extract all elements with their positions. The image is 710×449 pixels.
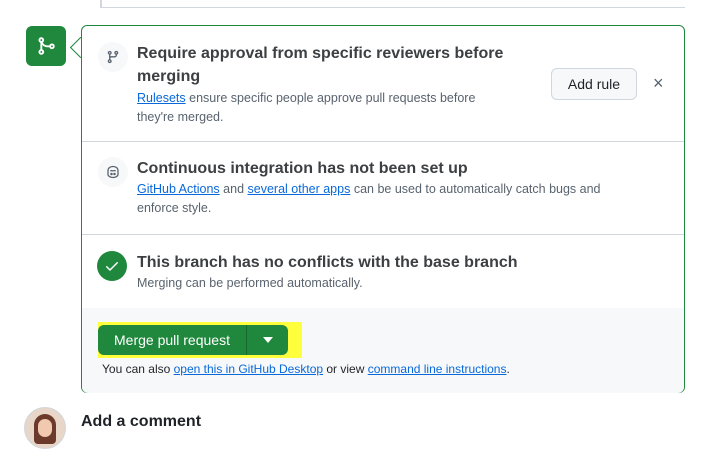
other-apps-link[interactable]: several other apps bbox=[248, 182, 351, 196]
requirement-title-line1: Require approval from specific reviewers… bbox=[137, 45, 504, 62]
requirement-title-line2: merging bbox=[137, 68, 201, 85]
git-merge-icon bbox=[26, 26, 66, 66]
merge-alternatives-text: You can also open this in GitHub Desktop… bbox=[102, 362, 510, 376]
rulesets-link[interactable]: Rulesets bbox=[137, 91, 186, 105]
avatar-face bbox=[38, 419, 52, 437]
command-line-link[interactable]: command line instructions bbox=[368, 362, 507, 376]
also-text: You can also bbox=[102, 362, 174, 376]
merge-pull-request-button[interactable]: Merge pull request bbox=[98, 325, 246, 355]
avatar[interactable] bbox=[24, 407, 66, 449]
add-comment-heading: Add a comment bbox=[81, 413, 202, 430]
or-view-text: or view bbox=[323, 362, 368, 376]
requirement-desc-part1: ensure specific people approve pull requ… bbox=[185, 91, 476, 105]
divider bbox=[100, 7, 685, 8]
ci-desc-part2: can be used to automatically catch bugs … bbox=[350, 182, 601, 196]
conflicts-description: Merging can be performed automatically. bbox=[137, 276, 363, 290]
requirement-title: Require approval from specific reviewers… bbox=[137, 42, 503, 88]
github-desktop-link[interactable]: open this in GitHub Desktop bbox=[174, 362, 323, 376]
ci-title: Continuous integration has not been set … bbox=[137, 160, 468, 177]
ci-description: GitHub Actions and several other apps ca… bbox=[137, 180, 601, 218]
conflicts-section: This branch has no conflicts with the ba… bbox=[82, 234, 684, 309]
close-icon[interactable]: × bbox=[653, 74, 664, 92]
triangle-down-icon bbox=[262, 337, 273, 343]
period-text: . bbox=[506, 362, 510, 376]
conflicts-title: This branch has no conflicts with the ba… bbox=[137, 254, 518, 271]
requirement-description: Rulesets ensure specific people approve … bbox=[137, 89, 475, 127]
merge-options-dropdown[interactable] bbox=[246, 325, 288, 355]
ci-desc-line2: enforce style. bbox=[137, 201, 212, 215]
ci-desc-between: and bbox=[219, 182, 248, 196]
check-icon bbox=[97, 251, 127, 281]
add-rule-button[interactable]: Add rule bbox=[551, 68, 637, 100]
github-actions-link[interactable]: GitHub Actions bbox=[137, 182, 220, 196]
reviewer-requirement-section: Require approval from specific reviewers… bbox=[82, 26, 684, 142]
copilot-icon bbox=[98, 157, 128, 187]
git-branch-icon bbox=[98, 42, 128, 72]
requirement-desc-line2: they're merged. bbox=[137, 110, 224, 124]
ci-section: Continuous integration has not been set … bbox=[82, 141, 684, 235]
merge-button-group: Merge pull request bbox=[98, 325, 288, 355]
